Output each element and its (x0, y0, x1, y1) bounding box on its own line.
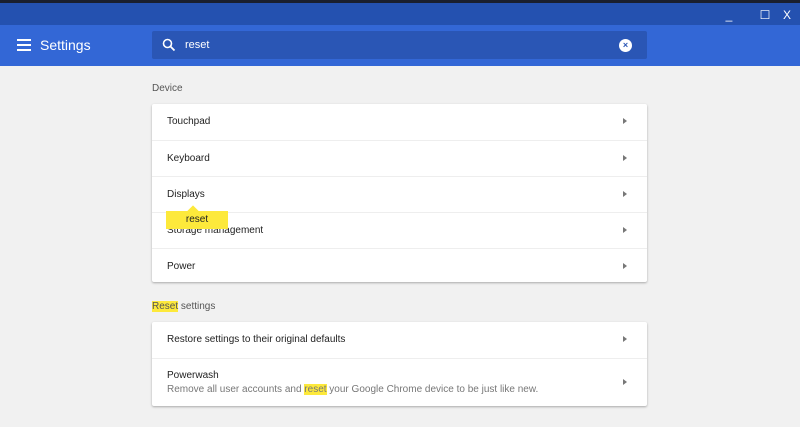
title-rest: settings (178, 301, 216, 312)
row-label: Restore settings to their original defau… (167, 334, 346, 345)
row-label: Power (167, 261, 196, 272)
row-label: Touchpad (167, 116, 211, 127)
title-bar: _ ☐ X (0, 3, 800, 25)
row-description: Remove all user accounts and reset your … (167, 384, 538, 395)
clear-search-icon[interactable]: × (619, 39, 632, 52)
section-title-reset: Reset settings (152, 301, 215, 312)
minimize-button[interactable]: _ (722, 8, 736, 22)
desc-text: Remove all user accounts and (167, 384, 305, 395)
search-icon (162, 38, 176, 52)
arrow-right-icon (623, 379, 627, 385)
arrow-right-icon (623, 336, 627, 342)
arrow-right-icon (623, 118, 627, 124)
row-powerwash[interactable]: Powerwash Remove all user accounts and r… (152, 358, 647, 406)
row-label: Displays (167, 189, 205, 200)
search-box: × (152, 31, 647, 59)
device-card: Touchpad Keyboard Displays Storage manag… (152, 104, 647, 282)
menu-icon[interactable] (17, 39, 31, 51)
search-input[interactable] (185, 35, 605, 55)
row-touchpad[interactable]: Touchpad (152, 104, 647, 140)
row-restore-defaults[interactable]: Restore settings to their original defau… (152, 322, 647, 358)
reset-card: Restore settings to their original defau… (152, 322, 647, 406)
maximize-button[interactable]: ☐ (758, 8, 772, 22)
row-keyboard[interactable]: Keyboard (152, 140, 647, 176)
search-match-bubble: reset (166, 211, 228, 229)
bubble-text: reset (185, 214, 209, 225)
row-power[interactable]: Power (152, 248, 647, 284)
arrow-right-icon (623, 263, 627, 269)
desc-text: your Google Chrome device to be just lik… (326, 384, 539, 395)
arrow-right-icon (623, 155, 627, 161)
row-label: Keyboard (167, 153, 210, 164)
app-title: Settings (40, 37, 91, 53)
arrow-right-icon (623, 191, 627, 197)
highlight: Reset (152, 301, 179, 312)
row-displays[interactable]: Displays (152, 176, 647, 212)
section-title-device: Device (152, 83, 183, 94)
row-label: Powerwash (167, 370, 219, 381)
arrow-right-icon (623, 227, 627, 233)
header: Settings × (0, 25, 800, 66)
highlight: reset (304, 384, 327, 395)
close-window-button[interactable]: X (780, 8, 794, 22)
